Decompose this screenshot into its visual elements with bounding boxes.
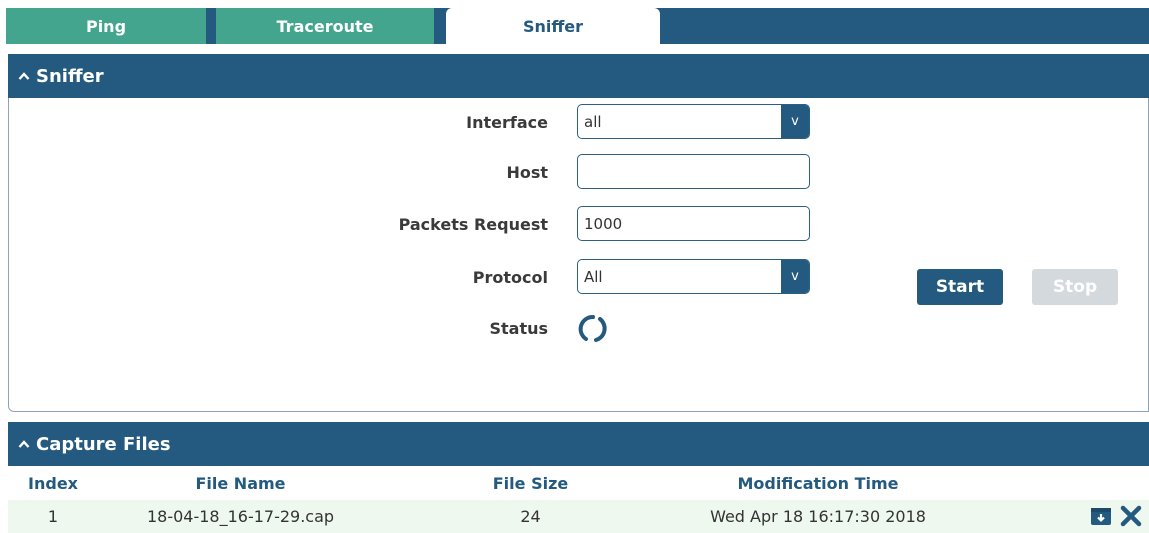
capture-files-section-title: Capture Files: [36, 433, 171, 455]
capture-files-section-header[interactable]: Capture Files: [8, 422, 1149, 466]
column-header-file-size: File Size: [492, 473, 569, 493]
protocol-select[interactable]: All v: [577, 259, 810, 294]
sniffer-panel: Interface all v Host Packets Request Pro…: [8, 98, 1149, 412]
protocol-value: All: [584, 267, 603, 286]
column-header-file-name: File Name: [195, 473, 286, 493]
interface-label: Interface: [466, 112, 548, 132]
loading-spinner-icon: [577, 313, 609, 345]
status-label: Status: [489, 318, 548, 338]
start-button[interactable]: Start: [917, 269, 1003, 305]
packets-request-input[interactable]: [577, 206, 810, 241]
host-input[interactable]: [577, 154, 810, 189]
table-row: 1 18-04-18_16-17-29.cap 24 Wed Apr 18 16…: [8, 500, 1149, 533]
stop-button[interactable]: Stop: [1032, 269, 1118, 305]
status-row: Status: [9, 310, 1148, 346]
interface-row: Interface all v: [9, 104, 1148, 140]
host-label: Host: [506, 162, 548, 182]
column-header-index: Index: [28, 473, 78, 493]
tab-traceroute[interactable]: Traceroute: [216, 8, 434, 44]
sniffer-section-header[interactable]: Sniffer: [8, 54, 1149, 98]
interface-select[interactable]: all v: [577, 104, 810, 139]
cell-file-name: 18-04-18_16-17-29.cap: [146, 507, 335, 526]
protocol-label: Protocol: [472, 267, 548, 287]
cell-index: 1: [47, 507, 59, 526]
chevron-down-icon[interactable]: v: [781, 260, 809, 293]
tab-sniffer[interactable]: Sniffer: [446, 8, 660, 44]
sniffer-section-title: Sniffer: [36, 65, 104, 87]
chevron-down-icon[interactable]: v: [781, 105, 809, 138]
cell-modification-time: Wed Apr 18 16:17:30 2018: [710, 507, 926, 526]
cell-file-size: 24: [520, 507, 541, 526]
capture-files-table-header: Index File Name File Size Modification T…: [8, 466, 1149, 500]
download-icon[interactable]: [1089, 504, 1113, 528]
delete-icon[interactable]: [1119, 504, 1143, 528]
column-header-modification-time: Modification Time: [737, 473, 899, 493]
host-row: Host: [9, 154, 1148, 190]
interface-value: all: [584, 112, 602, 131]
row-actions: [1089, 504, 1143, 528]
packets-request-label: Packets Request: [398, 214, 548, 234]
tab-ping[interactable]: Ping: [6, 8, 206, 44]
tab-bar: Ping Traceroute Sniffer: [6, 8, 1149, 44]
chevron-up-icon: [18, 71, 30, 81]
packets-request-row: Packets Request: [9, 206, 1148, 242]
chevron-up-icon: [18, 439, 30, 449]
